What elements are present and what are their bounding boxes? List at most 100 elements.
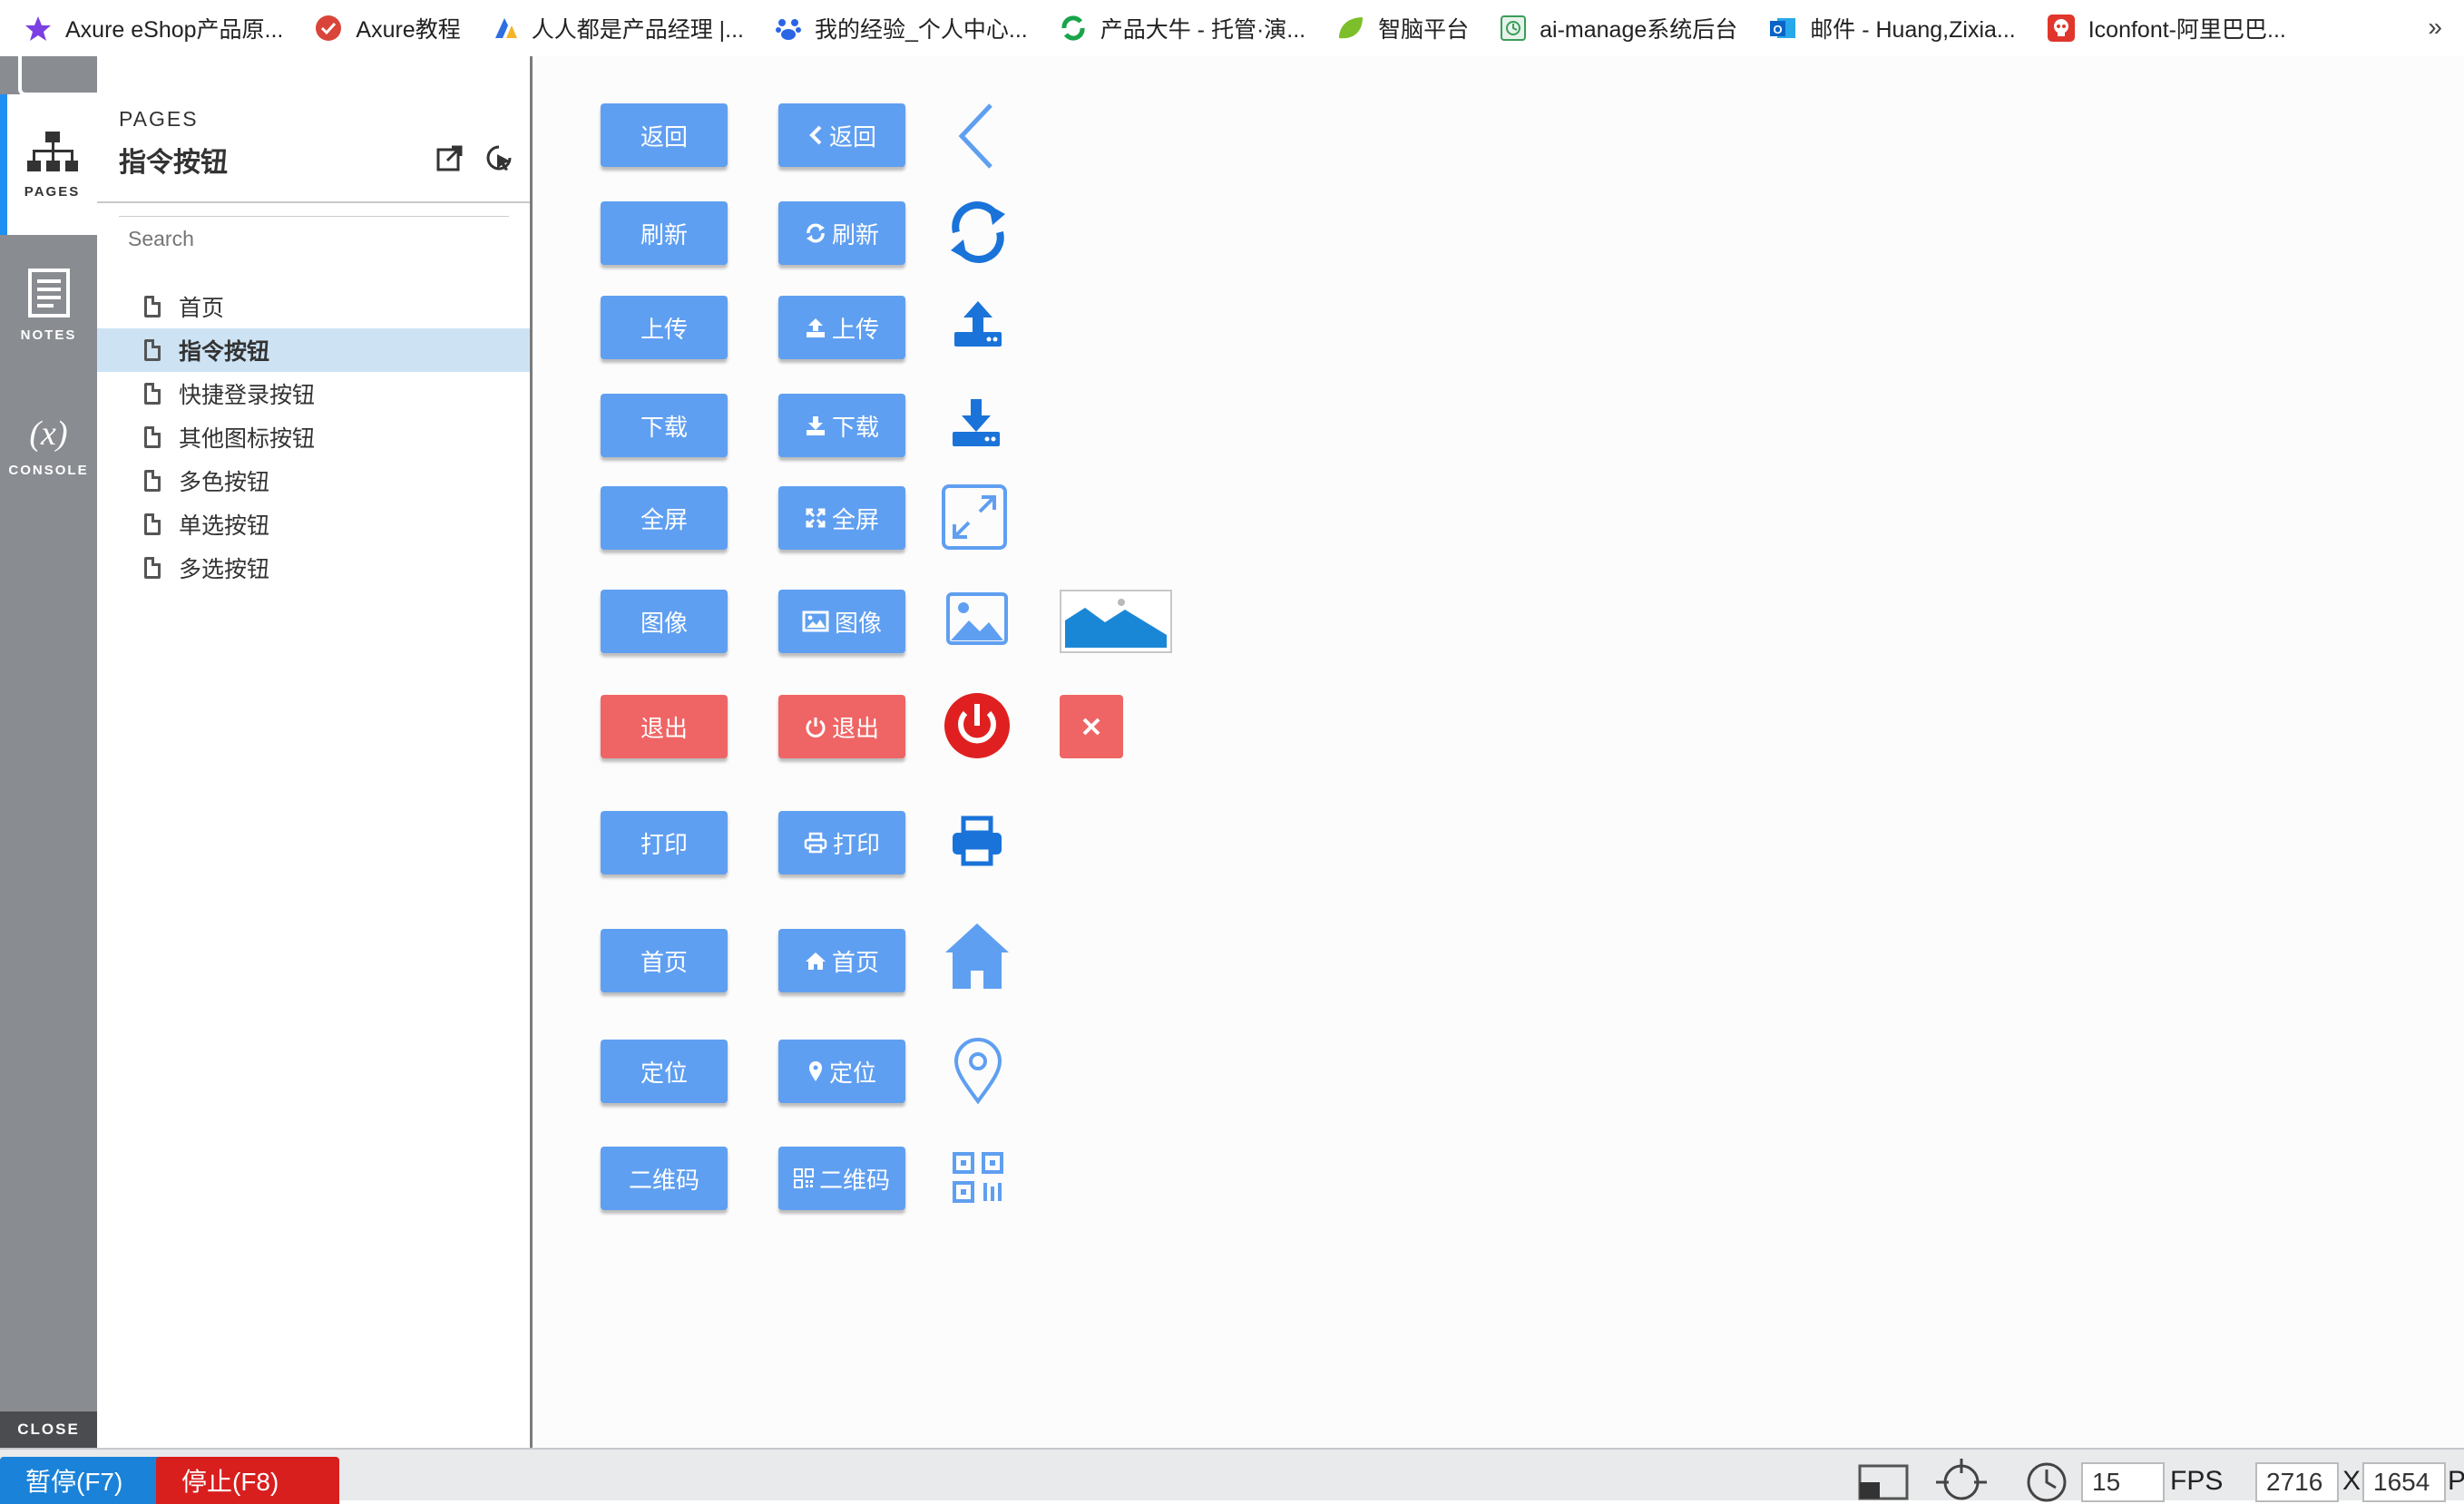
page-item-label: 多色按钮 [179,470,270,495]
location-pin-icon[interactable] [951,1038,1005,1105]
page-item-checkbox-buttons[interactable]: 多选按钮 [97,546,530,590]
print-icon-button[interactable]: 打印 [778,811,905,874]
locate-icon-button[interactable]: 定位 [778,1040,905,1103]
close-button[interactable] [1060,695,1123,758]
page-item-label: 指令按钮 [179,339,270,365]
svg-text:O: O [1774,23,1783,36]
print-button[interactable]: 打印 [601,811,728,874]
page-item-multicolor-buttons[interactable]: 多色按钮 [97,459,530,503]
home-icon-button[interactable]: 首页 [778,929,905,992]
bookmark-axure-tutorial[interactable]: Axure教程 [314,0,461,56]
image-icon-button[interactable]: 图像 [778,590,905,653]
home-icon [805,952,826,970]
paw-icon [775,19,801,40]
page-item-label: 快捷登录按钮 [179,383,316,408]
refresh-button[interactable]: 刷新 [601,201,728,265]
qrcode-button[interactable]: 二维码 [601,1147,728,1210]
locate-button[interactable]: 定位 [601,1040,728,1103]
download-button[interactable]: 下载 [601,394,728,457]
image-icon[interactable] [945,591,1009,646]
button-label: 全屏 [640,505,688,533]
rail-top-icon[interactable] [18,56,103,96]
page-search-input[interactable] [119,216,509,252]
fullscreen-icon[interactable] [940,483,1009,552]
house-icon[interactable] [944,922,1011,991]
leaf-icon [1339,17,1364,39]
page-item-other-icon-buttons[interactable]: 其他图标按钮 [97,415,530,459]
pages-panel: PAGES 指令按钮 首页 指令按钮 快捷登录按钮 其他图标按钮 多色按钮 单选… [97,56,533,1448]
bookmark-outlook[interactable]: O 邮件 - Huang,Zixia... [1768,0,2016,56]
exit-icon-button[interactable]: 退出 [778,695,905,758]
refresh-icon [806,223,825,243]
printer-icon[interactable] [949,815,1005,867]
fps-input[interactable]: 15 [2081,1462,2165,1502]
stop-button[interactable]: 停止(F8) [156,1457,339,1504]
bookmark-iconfont[interactable]: Iconfont-阿里巴巴... [2047,0,2286,56]
home-button[interactable]: 首页 [601,929,728,992]
rail-close-button[interactable]: CLOSE [0,1411,97,1448]
bookmarks-more-button[interactable]: » [2428,13,2442,42]
panel-tools [435,143,513,172]
bookmark-label: Axure eShop产品原... [65,17,284,43]
recorder-status-bar: 暂停(F7) 停止(F8) 15 FPS 2716 X 1654 P [0,1448,2464,1504]
back-button[interactable]: 返回 [601,103,728,167]
image-placeholder-icon [1060,590,1172,653]
expand-icon [806,508,826,528]
download-icon-button[interactable]: 下载 [778,394,905,457]
fullscreen-icon-button[interactable]: 全屏 [778,486,905,550]
clock-icon[interactable] [2023,1457,2070,1502]
prototype-canvas: 返回 返回 刷新 刷新 上传 上传 下载 下载 全屏 全屏 图像 图像 退出 退… [535,56,2464,1448]
page-icon [144,557,161,579]
bookmark-zhinao[interactable]: 智脑平台 [1336,0,1469,56]
button-label: 退出 [831,714,879,742]
qrcode-icon-button[interactable]: 二维码 [778,1147,905,1210]
refresh-icon-button[interactable]: 刷新 [778,201,905,265]
upload-tray-icon[interactable] [951,299,1005,350]
page-item-label: 首页 [179,296,225,321]
capture-width-input[interactable]: 2716 [2255,1462,2339,1502]
rail-notes-button[interactable]: NOTES [0,235,97,376]
bookmarks-bar: Axure eShop产品原... Axure教程 人人都是产品经理 |... … [0,0,2464,56]
download-tray-icon[interactable] [949,397,1003,450]
bookmark-woshipm[interactable]: 人人都是产品经理 |... [492,0,744,56]
rail-pages-button[interactable]: PAGES [0,94,97,235]
page-item-command-buttons[interactable]: 指令按钮 [97,328,530,372]
qr-code-icon[interactable] [951,1150,1005,1205]
button-label: 图像 [834,609,882,637]
page-icon [144,426,161,448]
bookmark-label: 人人都是产品经理 |... [531,17,744,43]
unit-label: P [2448,1466,2464,1496]
exit-button[interactable]: 退出 [601,695,728,758]
open-external-icon[interactable] [435,143,464,172]
hotspot-cursor-icon[interactable] [484,143,513,172]
page-item-quick-login-buttons[interactable]: 快捷登录按钮 [97,372,530,415]
power-button-icon[interactable] [943,691,1012,760]
qrcode-icon [793,1168,814,1188]
capture-height-input[interactable]: 1654 [2362,1462,2446,1502]
print-icon [804,832,827,854]
crosshair-icon[interactable] [1936,1457,1987,1502]
window-capture-icon[interactable] [1856,1460,1911,1500]
back-icon-button[interactable]: 返回 [778,103,905,167]
bookmark-ai-manage[interactable]: ai-manage系统后台 [1500,0,1737,56]
button-label: 打印 [640,830,688,858]
left-rail: PAGES NOTES (x) CONSOLE CLOSE [0,56,103,1448]
upload-button[interactable]: 上传 [601,296,728,359]
image-button[interactable]: 图像 [601,590,728,653]
page-item-label: 其他图标按钮 [179,426,316,452]
arrow-left-icon[interactable] [954,102,1005,171]
fullscreen-button[interactable]: 全屏 [601,486,728,550]
sync-icon[interactable] [945,200,1011,265]
page-icon [144,383,161,405]
button-label: 图像 [640,609,688,637]
bookmark-axure-eshop[interactable]: Axure eShop产品原... [24,0,283,56]
upload-icon-button[interactable]: 上传 [778,296,905,359]
bookmark-chanpin-daniu[interactable]: 产品大牛 - 托管·演... [1059,0,1305,56]
rail-console-button[interactable]: (x) CONSOLE [0,376,97,516]
button-label: 首页 [640,948,688,976]
panel-page-title: 指令按钮 [119,148,228,178]
bookmark-baidu-jingyan[interactable]: 我的经验_个人中心... [775,0,1028,56]
page-item-radio-buttons[interactable]: 单选按钮 [97,503,530,546]
page-item-home[interactable]: 首页 [97,285,530,328]
sitemap-icon [26,132,78,171]
